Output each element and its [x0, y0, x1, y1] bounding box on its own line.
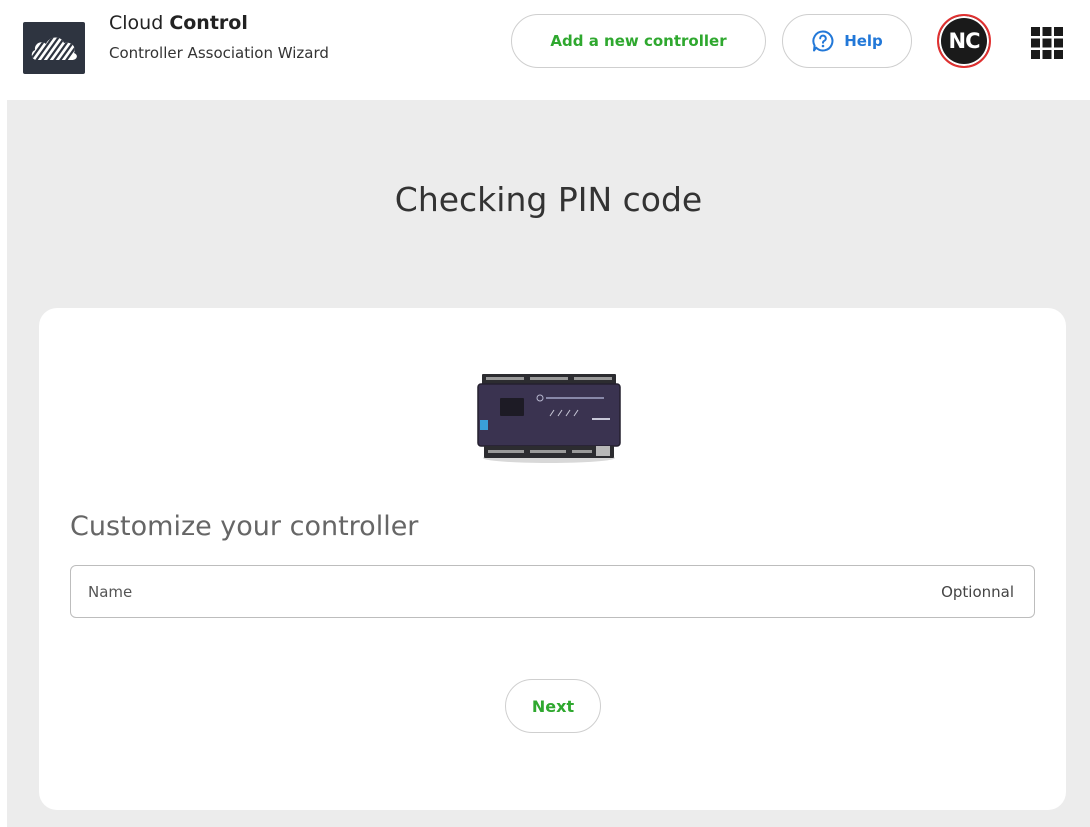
help-button[interactable]: Help: [782, 14, 912, 68]
name-input[interactable]: [71, 566, 891, 617]
help-label: Help: [844, 32, 883, 50]
page-title: Checking PIN code: [394, 180, 703, 219]
brand-name-bold: Control: [169, 12, 248, 34]
cloud-logo-icon[interactable]: [23, 22, 85, 74]
brand-subtitle: Controller Association Wizard: [109, 44, 329, 62]
section-title: Customize your controller: [70, 511, 419, 542]
avatar-initials: NC: [948, 29, 981, 53]
name-field: Optionnal: [70, 565, 1035, 618]
brand-name: Cloud Control: [109, 10, 329, 36]
question-bubble-icon: [811, 29, 835, 53]
brand-block: Cloud Control Controller Association Wiz…: [109, 10, 329, 62]
next-button[interactable]: Next: [505, 679, 601, 733]
controller-device-image: [472, 372, 626, 464]
add-controller-label: Add a new controller: [550, 32, 727, 50]
wizard-card: Customize your controller Optionnal Next: [39, 308, 1066, 810]
next-label: Next: [531, 696, 575, 716]
add-controller-button[interactable]: Add a new controller: [511, 14, 766, 68]
top-header: Cloud Control Controller Association Wiz…: [0, 0, 1090, 100]
user-avatar[interactable]: NC: [937, 14, 991, 68]
brand-name-prefix: Cloud: [109, 12, 170, 34]
optional-hint: Optionnal: [941, 583, 1014, 601]
apps-grid-icon[interactable]: [1030, 26, 1064, 60]
main-content: Checking PIN code Customize your control…: [7, 100, 1090, 827]
